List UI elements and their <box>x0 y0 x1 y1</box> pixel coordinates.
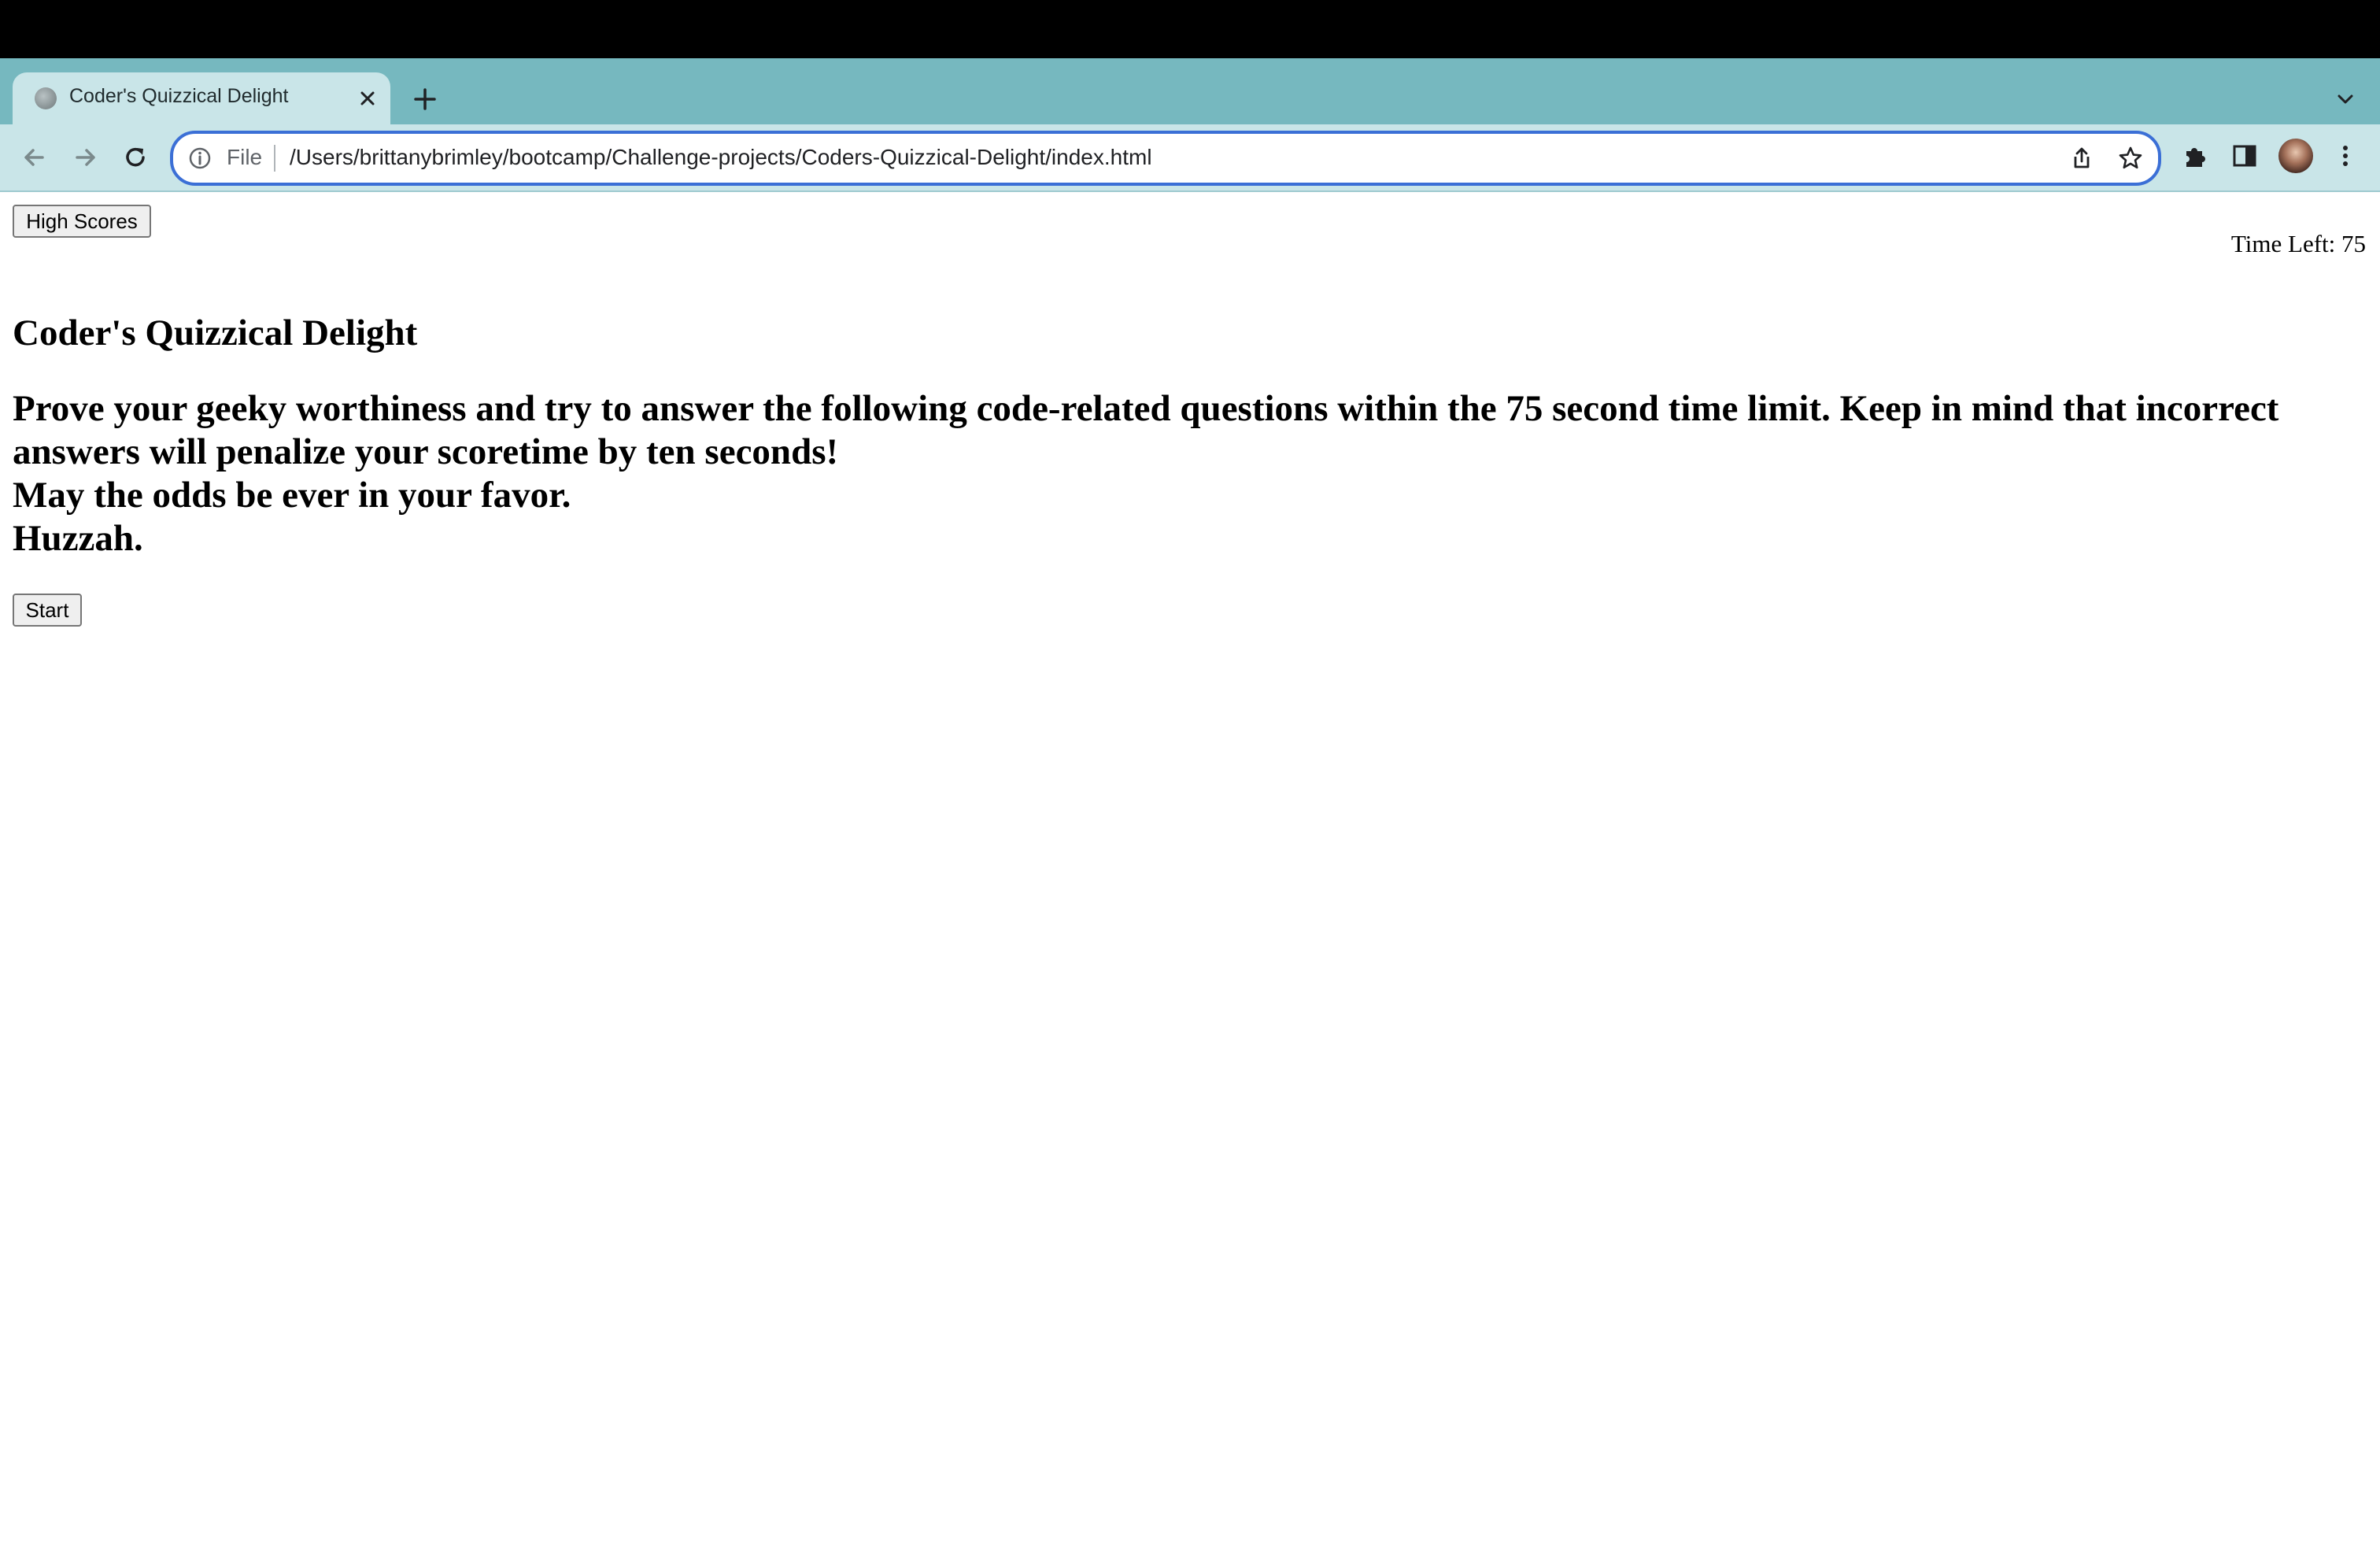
address-bar[interactable]: File /Users/brittanybrimley/bootcamp/Cha… <box>170 131 2161 186</box>
close-icon[interactable] <box>356 87 379 110</box>
tab-title: Coder's Quizzical Delight <box>69 85 289 107</box>
address-scheme: File <box>227 145 263 169</box>
time-left: Time Left: 75 <box>2231 230 2366 258</box>
browser-tabstrip: Coder's Quizzical Delight <box>0 58 2380 124</box>
chevron-down-icon[interactable] <box>2334 88 2356 110</box>
kebab-menu-icon[interactable] <box>2331 142 2360 170</box>
back-arrow-icon[interactable] <box>19 142 50 173</box>
share-icon[interactable] <box>2068 145 2095 172</box>
plus-icon[interactable] <box>411 85 439 113</box>
quiz-intro: Prove your geeky worthiness and try to a… <box>13 387 2366 560</box>
intro-line-huzzah: Huzzah. <box>13 518 143 559</box>
puzzle-icon[interactable] <box>2180 142 2208 170</box>
reload-icon[interactable] <box>120 142 151 173</box>
info-icon[interactable] <box>187 146 213 171</box>
globe-icon <box>35 87 57 109</box>
intro-line-odds: May the odds be ever in your favor. <box>13 475 571 516</box>
start-button[interactable]: Start <box>13 594 82 627</box>
page-title: Coder's Quizzical Delight <box>13 313 418 353</box>
browser-toolbar: File /Users/brittanybrimley/bootcamp/Cha… <box>0 124 2380 190</box>
screen-top-bar <box>0 0 2380 58</box>
forward-arrow-icon[interactable] <box>69 142 101 173</box>
intro-line-rules: Prove your geeky worthiness and try to a… <box>13 388 2279 472</box>
page-content: High Scores Time Left: 75 Coder's Quizzi… <box>0 192 2380 1546</box>
address-separator <box>274 145 275 172</box>
high-scores-button[interactable]: High Scores <box>13 205 151 238</box>
star-icon[interactable] <box>2117 145 2144 172</box>
address-url[interactable]: /Users/brittanybrimley/bootcamp/Challeng… <box>290 145 1152 170</box>
browser-tab[interactable]: Coder's Quizzical Delight <box>13 72 390 124</box>
time-left-value: 75 <box>2341 230 2366 257</box>
side-panel-icon[interactable] <box>2230 142 2259 170</box>
time-left-label: Time Left: <box>2230 230 2336 257</box>
avatar[interactable] <box>2278 139 2313 173</box>
